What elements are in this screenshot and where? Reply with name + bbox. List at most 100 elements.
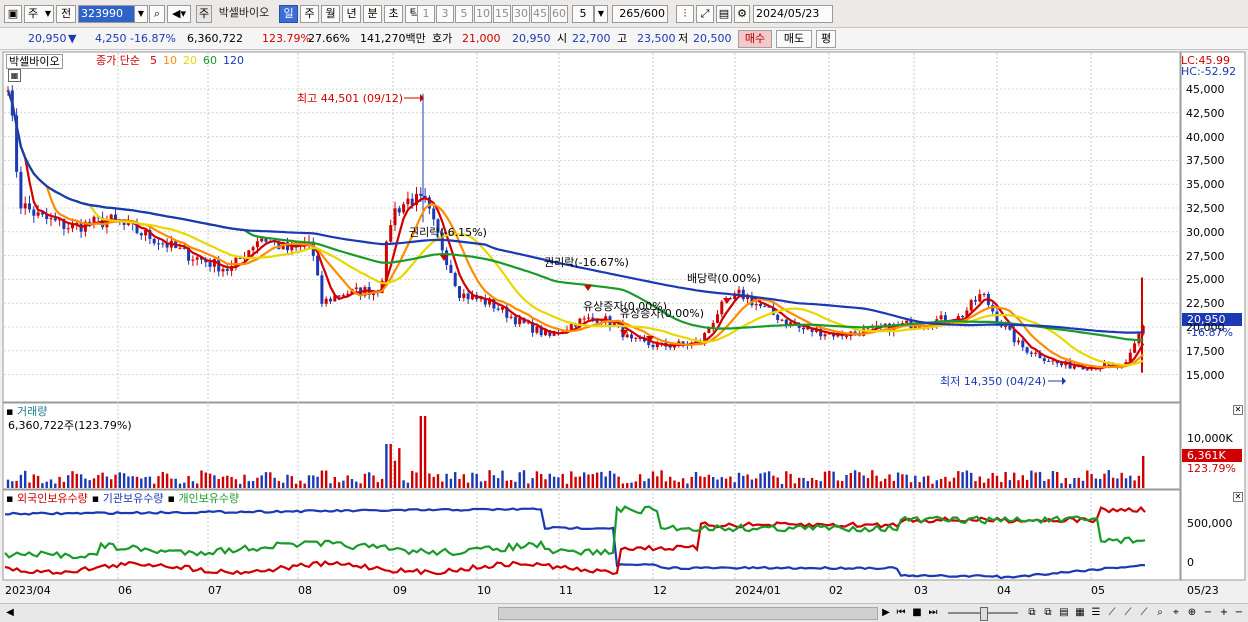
candle-body — [402, 204, 406, 213]
ma-legend-10[interactable]: 10 — [163, 54, 177, 67]
interval-button-0[interactable]: 1 — [417, 5, 435, 23]
period-tab-5[interactable]: 초 — [384, 5, 403, 23]
draw-line-icon[interactable]: ⟋ — [1105, 606, 1119, 620]
volume-bar — [419, 416, 422, 488]
price-pane[interactable] — [2, 51, 1181, 403]
volume-bar — [230, 476, 233, 488]
speaker-icon[interactable]: ◀▾ — [167, 5, 191, 23]
volume-bar — [1107, 470, 1110, 488]
volume-bar — [578, 476, 582, 488]
draw-line-icon[interactable]: ⟋ — [1137, 606, 1151, 620]
eval-button[interactable]: 평 — [816, 30, 836, 48]
close-icon[interactable]: ✕ — [1233, 492, 1243, 502]
interval-button-6[interactable]: 45 — [531, 5, 549, 23]
volume-bar — [823, 471, 827, 488]
sell-button[interactable]: 매도 — [776, 30, 812, 48]
prev-button[interactable]: 전 — [56, 5, 76, 23]
layout-icon[interactable]: ⧉ — [1041, 606, 1055, 620]
chevron-down-icon[interactable]: ▼ — [134, 5, 148, 23]
stock-tag[interactable]: 박셀바이오 — [6, 54, 63, 69]
scroll-right-icon[interactable]: ▶ — [880, 606, 892, 620]
volume-bar — [931, 483, 934, 488]
zoom-slider-handle[interactable] — [980, 607, 988, 621]
period-tab-0[interactable]: 일 — [279, 5, 298, 23]
save-icon[interactable]: ▤ — [716, 5, 732, 23]
holding-legend-2[interactable]: 개인보유수량 — [178, 492, 239, 505]
period-tab-3[interactable]: 년 — [342, 5, 361, 23]
interval-button-7[interactable]: 60 — [550, 5, 568, 23]
indicator-label[interactable]: 종가 단순 — [96, 54, 140, 67]
candle-body — [32, 209, 36, 216]
chart-scrollbar[interactable]: ◀ ▶ ⏮ ■ ⏭ ⧉ ⧉ ▤ ▦ ☰ ⟋ ⟋ ⟋ ⌕ ⌖ ⊕ − + − — [0, 603, 1248, 622]
draw-line-icon[interactable]: ⟋ — [1121, 606, 1135, 620]
stock-chart[interactable] — [0, 51, 1248, 604]
layout-icon[interactable]: ⧉ — [1025, 606, 1039, 620]
volume-bar — [428, 473, 431, 488]
volume-bar — [832, 471, 835, 488]
volume-pane[interactable] — [2, 402, 1181, 490]
ma-legend-20[interactable]: 20 — [183, 54, 197, 67]
crosshair-icon[interactable]: ⌖ — [1169, 606, 1183, 620]
interval-button-4[interactable]: 15 — [493, 5, 511, 23]
volume-bar — [957, 471, 960, 488]
date-input[interactable]: 2024/05/23 — [753, 5, 833, 23]
fast-forward-icon[interactable]: ⏭ — [926, 606, 940, 620]
candle-body — [178, 247, 182, 249]
volume-bar — [505, 480, 508, 488]
magnifier-icon[interactable]: ⌕ — [1153, 606, 1167, 620]
candle-icon[interactable]: ⫶ — [676, 5, 694, 23]
interval-button-2[interactable]: 5 — [455, 5, 473, 23]
grid-icon[interactable]: ▦ — [1073, 606, 1087, 620]
remove-icon[interactable]: − — [1233, 606, 1245, 620]
volume-title[interactable]: 거래량 — [17, 405, 47, 418]
current-pct-tag-text: -16.87% — [1187, 326, 1233, 339]
ma-legend-120[interactable]: 120 — [223, 54, 244, 67]
volume-bar — [673, 480, 676, 488]
scroll-left-icon[interactable]: ◀ — [4, 606, 16, 620]
rewind-icon[interactable]: ⏮ — [894, 606, 908, 620]
zoom-out-icon[interactable]: − — [1201, 606, 1215, 620]
chevron-down-icon[interactable]: ▼ — [594, 5, 608, 23]
zoom-in-icon[interactable]: ⊕ — [1185, 606, 1199, 620]
low-annotation: 최저 14,350 (04/24) — [940, 375, 1047, 388]
search-icon[interactable]: ⌕ — [149, 5, 165, 23]
candle-body — [152, 238, 156, 244]
interval-button-5[interactable]: 30 — [512, 5, 530, 23]
grid-icon[interactable]: ▤ — [1057, 606, 1071, 620]
interval-button-3[interactable]: 10 — [474, 5, 492, 23]
close-icon[interactable]: ✕ — [1233, 405, 1243, 415]
interval-button-1[interactable]: 3 — [436, 5, 454, 23]
buy-button[interactable]: 매수 — [738, 30, 772, 48]
ma-legend-5[interactable]: 5 — [150, 54, 157, 67]
volume-bar — [1038, 471, 1042, 488]
volume-bar — [802, 477, 805, 488]
ma-legend-60[interactable]: 60 — [203, 54, 217, 67]
candle-body — [1025, 347, 1029, 353]
data-count-input[interactable]: 265/600 — [612, 5, 668, 23]
stop-icon[interactable]: ■ — [910, 606, 924, 620]
period-tab-4[interactable]: 분 — [363, 5, 382, 23]
volume-bar — [372, 475, 375, 488]
volume-bar — [312, 475, 315, 488]
holding-legend-1[interactable]: 기관보유수량 — [103, 492, 164, 505]
table-icon[interactable]: ▦ — [8, 69, 21, 82]
interval-value[interactable]: 5 — [572, 5, 594, 23]
holding-legend-0[interactable]: 외국인보유수량 — [17, 492, 88, 505]
period-tab-2[interactable]: 월 — [321, 5, 340, 23]
market-type-select[interactable]: 주 ▼ — [24, 5, 54, 23]
period-tab-1[interactable]: 주 — [300, 5, 319, 23]
volume-bar — [707, 474, 711, 488]
candle-body — [354, 287, 358, 289]
list-icon[interactable]: ☰ — [1089, 606, 1103, 620]
candle-body — [324, 298, 328, 304]
gear-icon[interactable]: ⚙ — [734, 5, 750, 23]
chart-window-icon[interactable]: ▣ — [4, 5, 22, 23]
quote-bar: 20,950 ▼ 4,250 -16.87% 6,360,722 123.79%… — [0, 28, 1248, 50]
stock-type-button[interactable]: 주 — [196, 5, 212, 23]
stock-code-input[interactable]: 323990 — [78, 5, 136, 23]
zoom-icon[interactable]: ⤢ — [696, 5, 714, 23]
scroll-thumb[interactable] — [498, 607, 878, 620]
volume-bar — [471, 472, 474, 488]
volume-bar — [221, 476, 225, 488]
add-icon[interactable]: + — [1217, 606, 1231, 620]
